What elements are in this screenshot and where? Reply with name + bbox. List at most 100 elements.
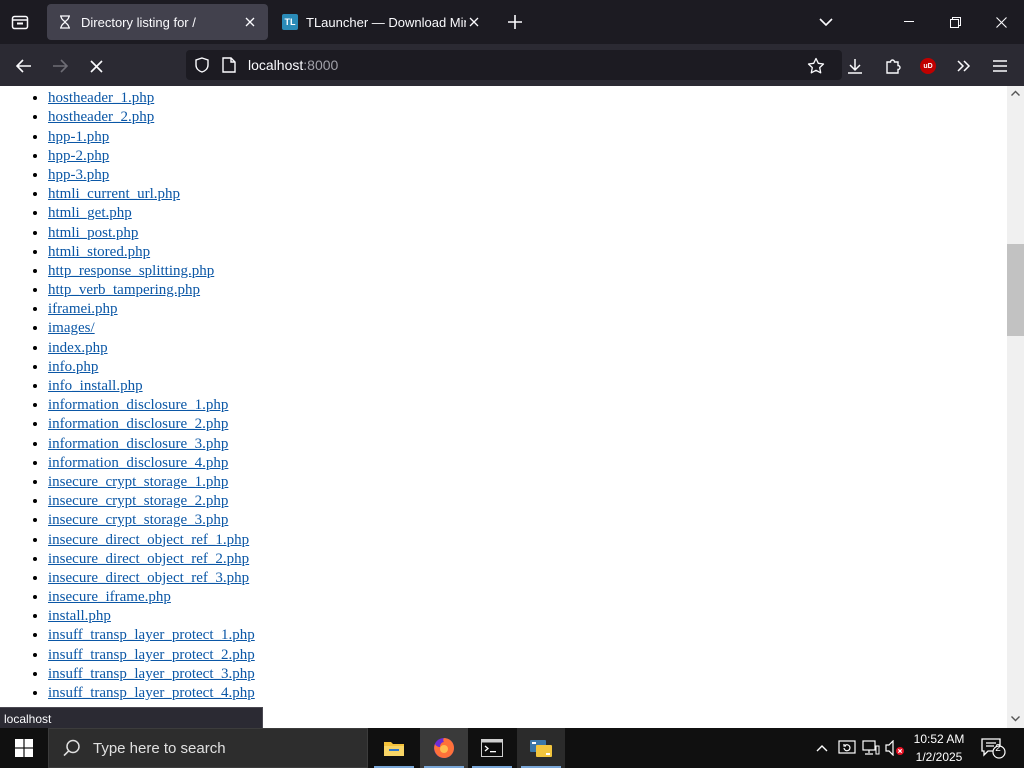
- link-status-tooltip: localhost: [0, 707, 263, 728]
- terminal-icon: [481, 739, 503, 757]
- taskbar-python[interactable]: [517, 728, 565, 768]
- new-tab-button[interactable]: [503, 10, 527, 34]
- bookmark-star-button[interactable]: [806, 56, 826, 76]
- scrollbar-thumb[interactable]: [1007, 244, 1024, 336]
- tab-title: Directory listing for /: [81, 14, 196, 30]
- url-text[interactable]: localhost:8000: [248, 57, 338, 73]
- minimize-button[interactable]: [886, 0, 932, 44]
- file-link[interactable]: install.php: [48, 608, 111, 624]
- start-button[interactable]: [0, 728, 48, 768]
- notification-count: 2: [995, 743, 1001, 754]
- file-link[interactable]: hpp-1.php: [48, 129, 109, 145]
- file-link[interactable]: insuff_transp_layer_protect_4.php: [48, 685, 255, 701]
- file-link[interactable]: index.php: [48, 340, 108, 356]
- downloads-button[interactable]: [841, 52, 869, 80]
- file-link[interactable]: information_disclosure_1.php: [48, 397, 228, 413]
- list-item: hpp-2.php: [48, 147, 255, 166]
- windows-update-tray-icon[interactable]: [837, 738, 857, 758]
- arrow-right-icon: [53, 59, 68, 73]
- file-link[interactable]: insecure_crypt_storage_3.php: [48, 512, 228, 528]
- file-link[interactable]: insuff_transp_layer_protect_3.php: [48, 666, 255, 682]
- file-link[interactable]: htmli_stored.php: [48, 244, 150, 260]
- hourglass-icon: [57, 14, 73, 30]
- arrow-left-icon: [16, 59, 31, 73]
- stop-icon: [89, 59, 103, 73]
- firefox-view-button[interactable]: [8, 10, 32, 34]
- file-link[interactable]: insecure_iframe.php: [48, 589, 171, 605]
- back-button[interactable]: [10, 52, 38, 80]
- taskbar-search-box[interactable]: Type here to search: [48, 728, 368, 768]
- ublock-origin-button[interactable]: uD: [914, 52, 942, 80]
- clock-date: 1/2/2025: [915, 750, 963, 764]
- url-port: :8000: [303, 57, 339, 73]
- tab-tlauncher[interactable]: TL TLauncher — Download Minecraft: [272, 4, 492, 40]
- file-link[interactable]: insuff_transp_layer_protect_1.php: [48, 627, 255, 643]
- file-link[interactable]: hpp-2.php: [48, 148, 109, 164]
- file-link[interactable]: iframei.php: [48, 301, 118, 317]
- tab-title: TLauncher — Download Minecraft: [306, 14, 466, 30]
- file-link[interactable]: hostheader_2.php: [48, 109, 154, 125]
- file-link[interactable]: insecure_direct_object_ref_1.php: [48, 532, 249, 548]
- list-item: insecure_direct_object_ref_2.php: [48, 550, 255, 569]
- show-hidden-icons-button[interactable]: [812, 738, 832, 758]
- file-link[interactable]: information_disclosure_2.php: [48, 416, 228, 432]
- url-host: localhost: [248, 57, 304, 73]
- file-link[interactable]: insuff_transp_layer_protect_2.php: [48, 647, 255, 663]
- file-link[interactable]: htmli_post.php: [48, 225, 138, 241]
- application-menu-button[interactable]: [986, 52, 1014, 80]
- forward-button[interactable]: [46, 52, 74, 80]
- network-tray-icon[interactable]: [861, 738, 881, 758]
- file-link[interactable]: http_response_splitting.php: [48, 263, 214, 279]
- navigation-toolbar: localhost:8000 uD: [0, 44, 1024, 86]
- star-icon: [807, 57, 825, 74]
- file-link[interactable]: info_install.php: [48, 378, 143, 394]
- list-item: info_install.php: [48, 377, 255, 396]
- list-item: insecure_direct_object_ref_1.php: [48, 531, 255, 550]
- taskbar-firefox[interactable]: [420, 728, 468, 768]
- close-window-button[interactable]: [978, 0, 1024, 44]
- close-icon[interactable]: [466, 14, 482, 30]
- close-icon: [995, 16, 1007, 28]
- file-link[interactable]: images/: [48, 320, 95, 336]
- notification-center-button[interactable]: 2: [978, 736, 1008, 760]
- taskbar-clock[interactable]: 10:52 AM 1/2/2025: [908, 730, 970, 766]
- list-item: http_verb_tampering.php: [48, 281, 255, 300]
- scroll-down-arrow-icon[interactable]: [1010, 714, 1021, 724]
- taskbar-file-explorer[interactable]: [370, 728, 418, 768]
- list-item: http_response_splitting.php: [48, 262, 255, 281]
- taskbar-terminal[interactable]: [468, 728, 516, 768]
- file-link[interactable]: hpp-3.php: [48, 167, 109, 183]
- vertical-scrollbar[interactable]: [1007, 86, 1024, 728]
- scroll-up-arrow-icon[interactable]: [1010, 88, 1021, 98]
- hamburger-menu-icon: [993, 60, 1007, 72]
- windows-taskbar: Type here to search 10:52 AM 1/2/2025 2: [0, 728, 1024, 768]
- file-link[interactable]: heartbleed.php: [48, 86, 137, 87]
- file-link[interactable]: http_verb_tampering.php: [48, 282, 200, 298]
- list-item: htmli_current_url.php: [48, 185, 255, 204]
- chevron-up-icon: [816, 745, 828, 752]
- file-link[interactable]: insecure_direct_object_ref_2.php: [48, 551, 249, 567]
- tl-favicon-icon: TL: [282, 14, 298, 30]
- page-icon[interactable]: [222, 57, 238, 73]
- extensions-button[interactable]: [879, 52, 907, 80]
- file-link[interactable]: insecure_crypt_storage_2.php: [48, 493, 228, 509]
- address-bar[interactable]: localhost:8000: [186, 50, 842, 80]
- firefox-view-icon: [11, 15, 29, 30]
- file-link[interactable]: information_disclosure_4.php: [48, 455, 228, 471]
- file-link[interactable]: htmli_current_url.php: [48, 186, 180, 202]
- file-link[interactable]: insecure_direct_object_ref_3.php: [48, 570, 249, 586]
- file-link[interactable]: insecure_crypt_storage_1.php: [48, 474, 228, 490]
- list-item: insuff_transp_layer_protect_2.php: [48, 646, 255, 665]
- more-tools-button[interactable]: [950, 52, 978, 80]
- close-icon[interactable]: [242, 14, 258, 30]
- file-link[interactable]: htmli_get.php: [48, 205, 132, 221]
- tracking-protection-shield-icon[interactable]: [194, 57, 210, 73]
- stop-loading-button[interactable]: [82, 52, 110, 80]
- restore-button[interactable]: [932, 0, 978, 44]
- file-link[interactable]: info.php: [48, 359, 98, 375]
- file-link[interactable]: information_disclosure_3.php: [48, 436, 228, 452]
- list-all-tabs-button[interactable]: [814, 10, 838, 34]
- file-link[interactable]: hostheader_1.php: [48, 90, 154, 106]
- tab-directory-listing[interactable]: Directory listing for /: [47, 4, 268, 40]
- volume-muted-tray-icon[interactable]: [885, 738, 905, 758]
